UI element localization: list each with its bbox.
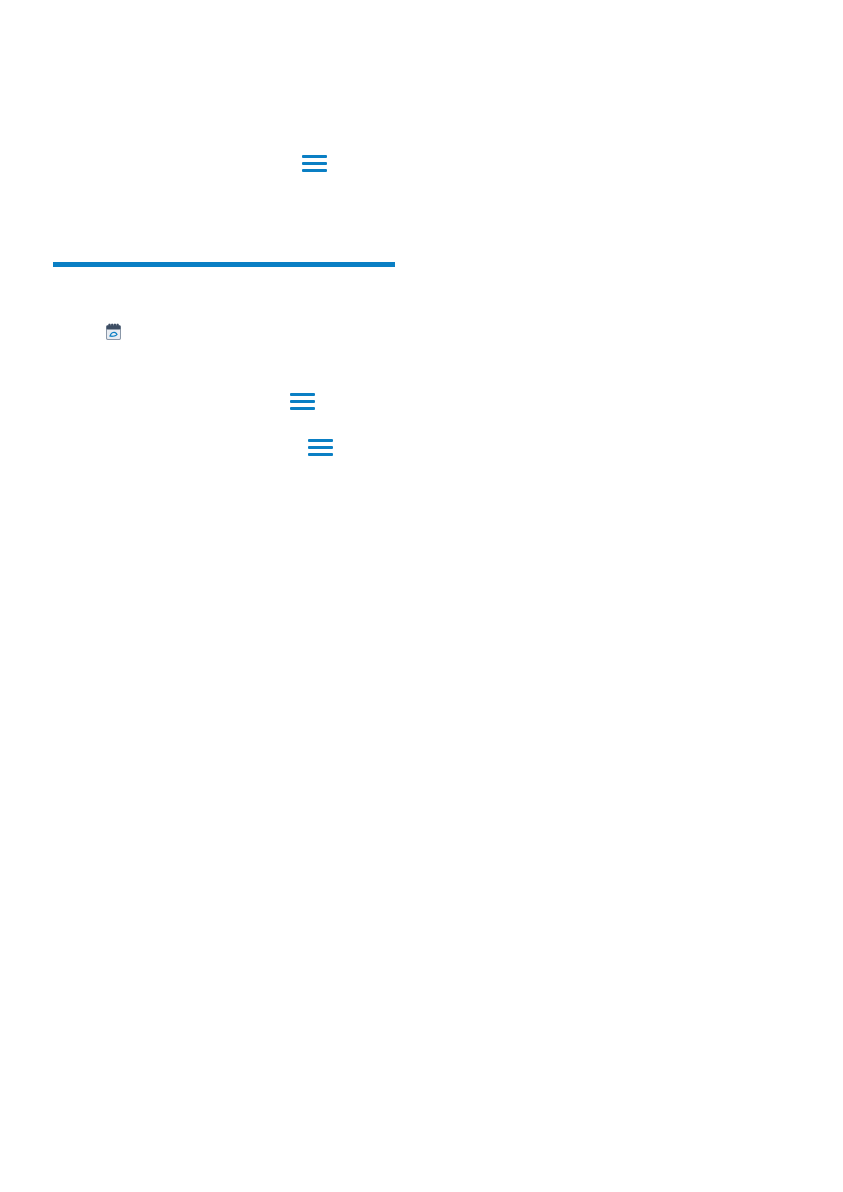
section-divider — [53, 262, 395, 267]
menu-icon-bar — [302, 169, 327, 172]
calendar-icon-graphic — [106, 323, 121, 340]
menu-icon-bar — [308, 453, 333, 456]
menu-icon-bar — [308, 439, 333, 442]
document-page — [0, 0, 843, 1192]
menu-icon-bar — [302, 155, 327, 158]
menu-icon-bar — [308, 446, 333, 449]
menu-icon-bar — [290, 393, 315, 396]
menu-icon-bar — [302, 162, 327, 165]
menu-icon — [302, 155, 327, 173]
calendar-icon — [106, 323, 121, 340]
menu-icon — [290, 393, 315, 411]
menu-icon — [308, 439, 333, 457]
menu-icon-bar — [290, 400, 315, 403]
menu-icon-bar — [290, 407, 315, 410]
